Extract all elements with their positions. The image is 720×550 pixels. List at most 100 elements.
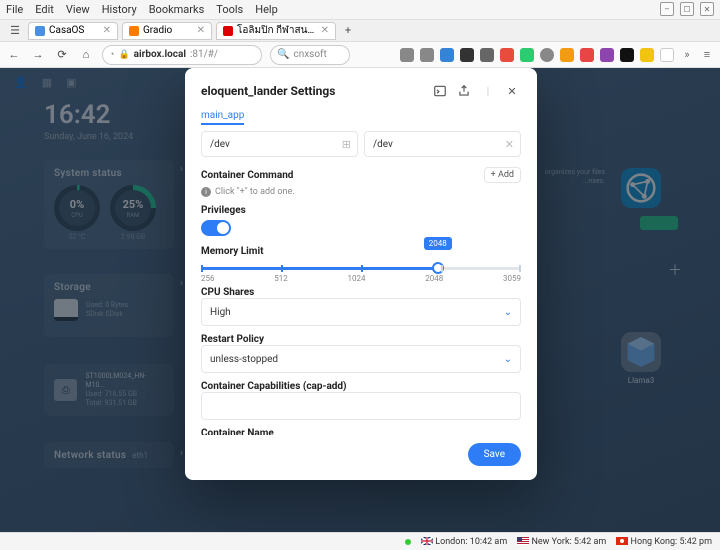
slider-tick bbox=[361, 265, 363, 272]
terminal-icon[interactable] bbox=[431, 82, 449, 100]
uk-flag-icon bbox=[421, 537, 433, 545]
tab-title: โอลิมปิก กีฬาสนามอินท์ ท่... bbox=[237, 23, 317, 38]
extension-icon[interactable] bbox=[600, 48, 614, 62]
window-menubar: File Edit View History Bookmarks Tools H… bbox=[0, 0, 720, 20]
tab-close-icon[interactable]: ✕ bbox=[197, 25, 205, 36]
input-value: /dev bbox=[373, 139, 393, 150]
settings-modal: eloquent_lander Settings | ✕ main_app /d… bbox=[185, 68, 537, 480]
tab-title: CasaOS bbox=[49, 25, 99, 36]
us-flag-icon bbox=[517, 537, 529, 545]
device-right-input[interactable]: /dev ✕ bbox=[364, 131, 521, 157]
menu-view[interactable]: View bbox=[66, 3, 90, 16]
url-host: airbox.local bbox=[134, 49, 186, 60]
tab-casaos[interactable]: CasaOS ✕ bbox=[28, 22, 118, 40]
window-minimize-button[interactable]: – bbox=[660, 2, 674, 16]
city-time: 5:42 pm bbox=[679, 537, 712, 547]
nav-forward-button[interactable]: → bbox=[30, 47, 46, 63]
extension-icon[interactable] bbox=[660, 48, 674, 62]
nav-reload-button[interactable]: ⟳ bbox=[54, 47, 70, 63]
close-icon[interactable]: ✕ bbox=[503, 82, 521, 100]
search-input[interactable]: 🔍 cnxsoft bbox=[270, 45, 350, 65]
new-tab-button[interactable]: + bbox=[340, 24, 356, 37]
city-label: Hong Kong: bbox=[631, 537, 678, 547]
overflow-chevron-icon[interactable]: » bbox=[680, 48, 694, 62]
dark-reader-icon[interactable] bbox=[620, 48, 634, 62]
nav-home-button[interactable]: ⌂ bbox=[78, 47, 94, 63]
menu-history[interactable]: History bbox=[102, 3, 137, 16]
city-label: New York: bbox=[531, 537, 571, 547]
extension-icon[interactable] bbox=[520, 48, 534, 62]
device-row: /dev ⊞ /dev ✕ bbox=[201, 131, 521, 157]
select-value: unless-stopped bbox=[210, 354, 278, 365]
tick-label: 256 bbox=[201, 274, 215, 283]
memory-limit-label: Memory Limit bbox=[201, 246, 521, 257]
clear-icon[interactable]: ✕ bbox=[505, 138, 514, 151]
modal-title: eloquent_lander Settings bbox=[201, 84, 425, 98]
tab-close-icon[interactable]: ✕ bbox=[103, 25, 111, 36]
clock-london: London: 10:42 am bbox=[421, 537, 507, 547]
slider-tick bbox=[201, 265, 203, 272]
tab-gradio[interactable]: Gradio ✕ bbox=[122, 22, 212, 40]
extension-icons: » ≡ bbox=[400, 48, 714, 62]
lock-icon: 🔒 bbox=[118, 50, 129, 60]
tick-label: 1024 bbox=[348, 274, 366, 283]
restart-policy-label: Restart Policy bbox=[201, 334, 521, 345]
cpu-shares-select[interactable]: High ⌄ bbox=[201, 298, 521, 326]
url-input[interactable]: ◔ 🔒 airbox.local:81/#/ bbox=[102, 45, 262, 65]
memory-limit-slider[interactable]: 2048 256 512 1024 2048 3059 bbox=[201, 257, 521, 287]
select-value: High bbox=[210, 307, 231, 318]
modal-footer: Save bbox=[185, 435, 537, 480]
hk-flag-icon bbox=[616, 537, 628, 545]
download-tray-icon[interactable] bbox=[420, 48, 434, 62]
nav-back-button[interactable]: ← bbox=[6, 47, 22, 63]
window-close-button[interactable]: ✕ bbox=[700, 2, 714, 16]
info-icon: i bbox=[201, 187, 211, 197]
tab-olympics[interactable]: โอลิมปิก กีฬาสนามอินท์ ท่... ✕ bbox=[216, 22, 336, 40]
tab-main-app[interactable]: main_app bbox=[201, 110, 244, 125]
extension-icon[interactable] bbox=[640, 48, 654, 62]
tab-close-icon[interactable]: ✕ bbox=[321, 25, 329, 36]
reader-icon[interactable] bbox=[460, 48, 474, 62]
export-icon[interactable] bbox=[455, 82, 473, 100]
favicon-icon bbox=[129, 26, 139, 36]
app-menu-icon[interactable]: ≡ bbox=[700, 48, 714, 62]
menu-bookmarks[interactable]: Bookmarks bbox=[149, 3, 205, 16]
add-command-button[interactable]: + Add bbox=[484, 167, 521, 183]
save-button[interactable]: Save bbox=[468, 443, 521, 466]
restart-policy-select[interactable]: unless-stopped ⌄ bbox=[201, 345, 521, 373]
extension-icon[interactable] bbox=[440, 48, 454, 62]
privileges-toggle[interactable] bbox=[201, 220, 231, 236]
container-command-label: Container Command bbox=[201, 170, 484, 181]
hint-text: Click "+" to add one. bbox=[215, 187, 295, 197]
favicon-icon bbox=[223, 26, 233, 36]
browser-toolbar: ← → ⟳ ⌂ ◔ 🔒 airbox.local:81/#/ 🔍 cnxsoft… bbox=[0, 42, 720, 68]
noscript-icon[interactable] bbox=[540, 48, 554, 62]
clear-icon[interactable]: ⊞ bbox=[342, 138, 351, 151]
menu-tools[interactable]: Tools bbox=[216, 3, 243, 16]
menu-help[interactable]: Help bbox=[255, 3, 278, 16]
capabilities-input[interactable] bbox=[201, 392, 521, 420]
slider-tick bbox=[519, 265, 521, 272]
slider-tick-labels: 256 512 1024 2048 3059 bbox=[201, 274, 521, 283]
menu-edit[interactable]: Edit bbox=[35, 3, 54, 16]
ublock-icon[interactable] bbox=[500, 48, 514, 62]
download-icon[interactable] bbox=[400, 48, 414, 62]
search-icon: 🔍 bbox=[277, 49, 289, 60]
extension-icon[interactable] bbox=[560, 48, 574, 62]
slider-tick bbox=[441, 265, 443, 272]
city-time: 10:42 am bbox=[470, 537, 507, 547]
capabilities-label: Container Capabilities (cap-add) bbox=[201, 381, 521, 392]
search-placeholder: cnxsoft bbox=[293, 49, 326, 60]
ublock-origin-icon[interactable] bbox=[580, 48, 594, 62]
city-time: 5:42 am bbox=[574, 537, 606, 547]
privileges-label: Privileges bbox=[201, 205, 521, 216]
menu-file[interactable]: File bbox=[6, 3, 23, 16]
extension-icon[interactable] bbox=[480, 48, 494, 62]
clock-newyork: New York: 5:42 am bbox=[517, 537, 606, 547]
window-maximize-button[interactable]: ☐ bbox=[680, 2, 694, 16]
tick-label: 3059 bbox=[503, 274, 521, 283]
device-left-input[interactable]: /dev ⊞ bbox=[201, 131, 358, 157]
tick-label: 2048 bbox=[425, 274, 443, 283]
chevron-down-icon: ⌄ bbox=[504, 354, 512, 365]
sidebar-toggle-icon[interactable]: ☰ bbox=[6, 23, 24, 39]
